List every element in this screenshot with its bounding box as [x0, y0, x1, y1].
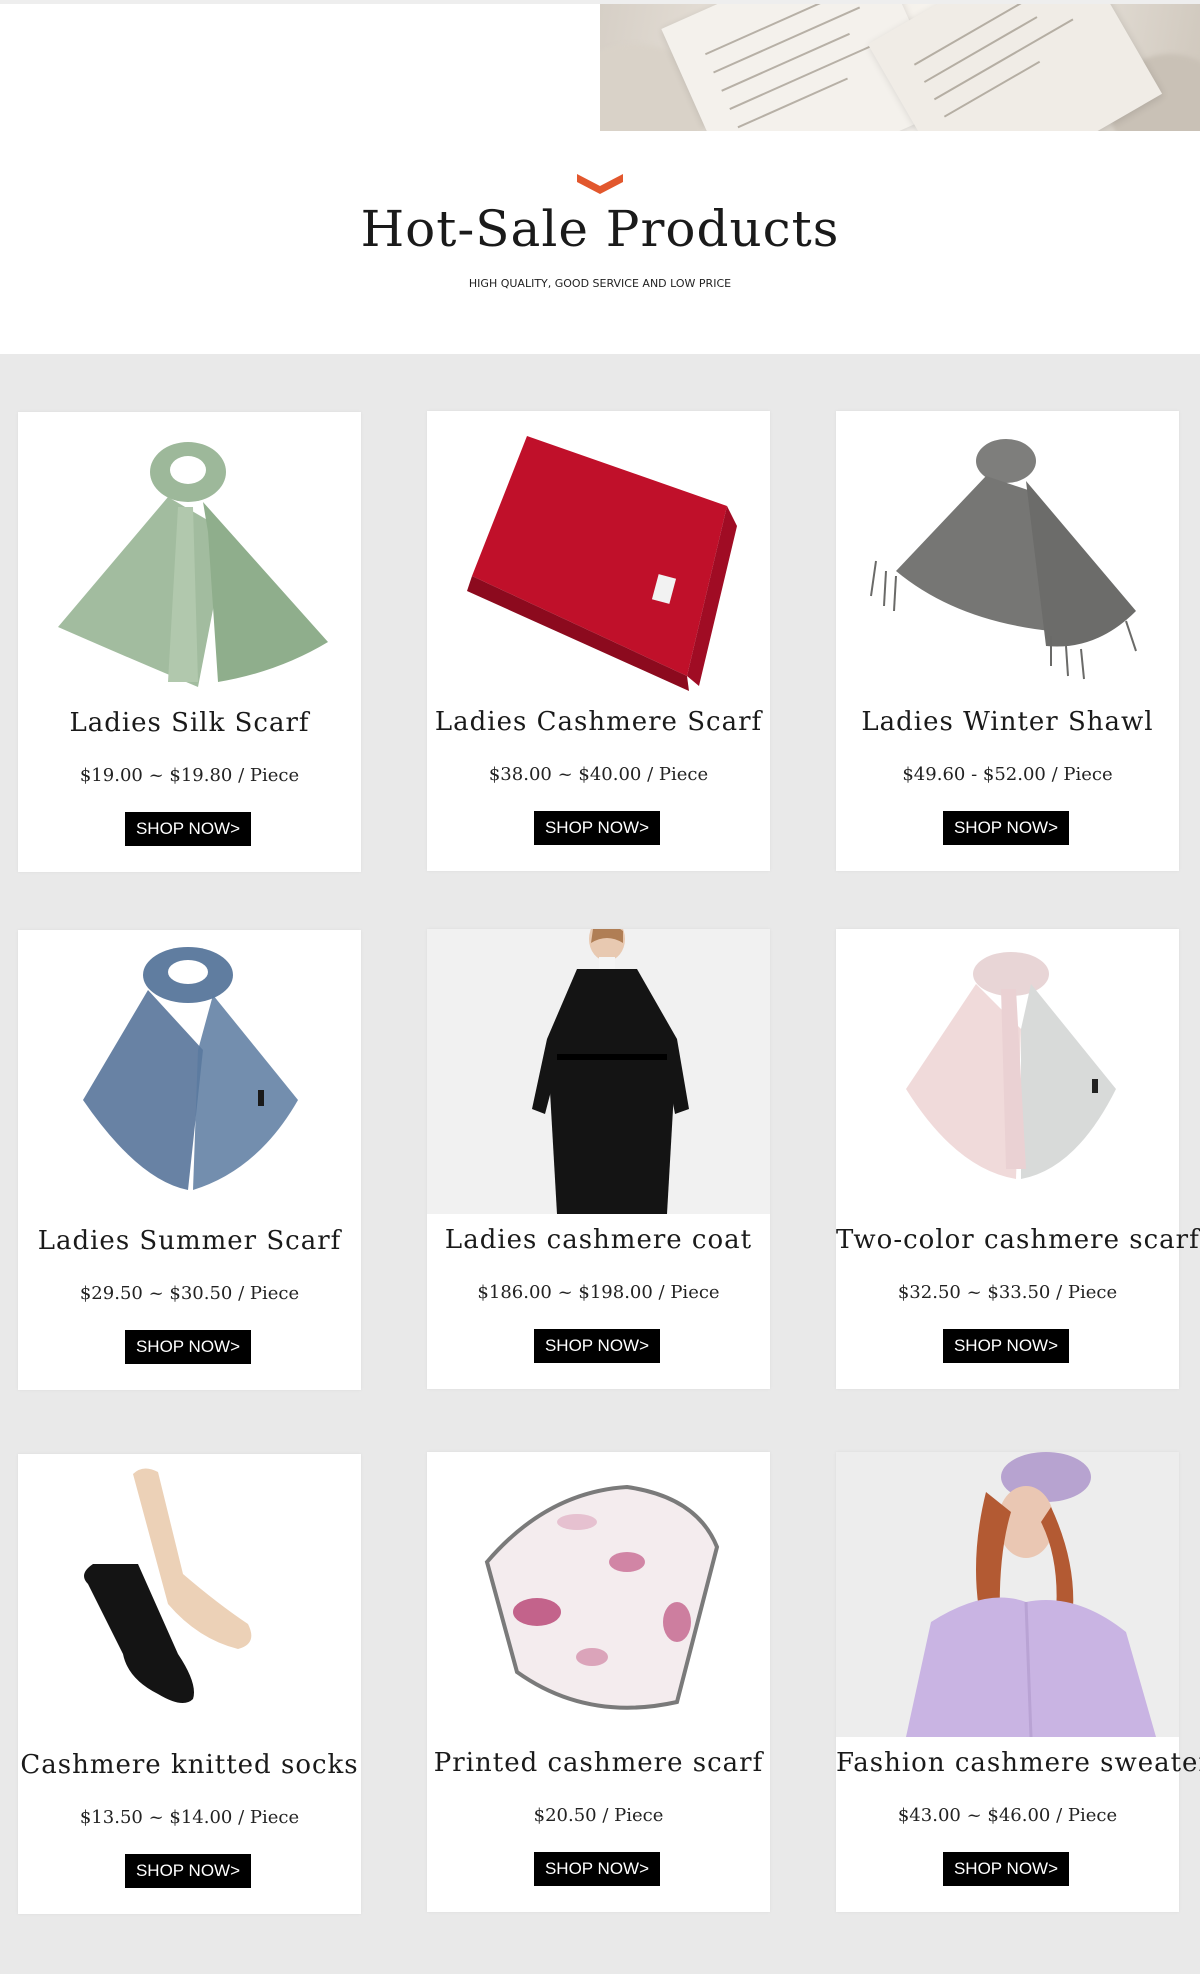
shop-now-button[interactable]: SHOP NOW> — [125, 1854, 251, 1888]
product-name[interactable]: Ladies cashmere coat — [427, 1225, 770, 1255]
product-grid: Ladies Silk Scarf $19.00 ~ $19.80 / Piec… — [0, 354, 1200, 1974]
product-price: $38.00 ~ $40.00 / Piece — [488, 764, 709, 785]
shop-now-button[interactable]: SHOP NOW> — [125, 1330, 251, 1364]
product-price: $19.00 ~ $19.80 / Piece — [79, 765, 300, 786]
header-section: Hot-Sale Products HIGH QUALITY, GOOD SER… — [0, 0, 1200, 354]
page-title: Hot-Sale Products — [360, 200, 840, 258]
shop-now-button[interactable]: SHOP NOW> — [943, 1329, 1069, 1363]
product-image-cashmere-scarf[interactable] — [427, 411, 770, 696]
product-card[interactable]: Fashion cashmere sweater $43.00 ~ $46.00… — [836, 1452, 1200, 1912]
product-name[interactable]: Ladies Summer Scarf — [18, 1226, 361, 1256]
shop-now-button[interactable]: SHOP NOW> — [534, 1852, 660, 1886]
product-card[interactable]: Cashmere knitted socks $13.50 ~ $14.00 /… — [18, 1454, 361, 1914]
product-name[interactable]: Ladies Silk Scarf — [18, 708, 361, 738]
product-image-printed-scarf[interactable] — [427, 1452, 770, 1737]
product-price: $32.50 ~ $33.50 / Piece — [897, 1282, 1118, 1303]
product-price: $186.00 ~ $198.00 / Piece — [477, 1282, 720, 1303]
product-price: $20.50 / Piece — [533, 1805, 664, 1826]
product-image-cashmere-sweater[interactable] — [836, 1452, 1179, 1737]
product-price: $49.60 - $52.00 / Piece — [902, 764, 1113, 785]
page-subtitle: HIGH QUALITY, GOOD SERVICE AND LOW PRICE — [468, 277, 732, 290]
product-card[interactable]: Ladies Summer Scarf $29.50 ~ $30.50 / Pi… — [18, 930, 361, 1390]
product-card[interactable]: Ladies Cashmere Scarf $38.00 ~ $40.00 / … — [427, 411, 770, 871]
product-name[interactable]: Two-color cashmere scarf — [836, 1225, 1199, 1255]
product-image-two-color-scarf[interactable] — [836, 929, 1179, 1214]
product-image-winter-shawl[interactable] — [836, 411, 1179, 696]
hero-image — [600, 4, 1200, 131]
shop-now-button[interactable]: SHOP NOW> — [943, 811, 1069, 845]
product-image-knitted-socks[interactable] — [18, 1454, 361, 1739]
product-name[interactable]: Fashion cashmere sweater — [836, 1748, 1200, 1778]
product-image-summer-scarf[interactable] — [18, 930, 361, 1215]
product-image-cashmere-coat[interactable] — [427, 929, 770, 1214]
product-name[interactable]: Printed cashmere scarf — [427, 1748, 770, 1778]
product-price: $43.00 ~ $46.00 / Piece — [897, 1805, 1118, 1826]
chevron-down-icon — [577, 174, 623, 194]
product-card[interactable]: Ladies cashmere coat $186.00 ~ $198.00 /… — [427, 929, 770, 1389]
product-name[interactable]: Cashmere knitted socks — [18, 1750, 361, 1780]
product-card[interactable]: Ladies Silk Scarf $19.00 ~ $19.80 / Piec… — [18, 412, 361, 872]
shop-now-button[interactable]: SHOP NOW> — [125, 812, 251, 846]
product-price: $29.50 ~ $30.50 / Piece — [79, 1283, 300, 1304]
product-name[interactable]: Ladies Cashmere Scarf — [427, 707, 770, 737]
shop-now-button[interactable]: SHOP NOW> — [943, 1852, 1069, 1886]
product-card[interactable]: Ladies Winter Shawl $49.60 - $52.00 / Pi… — [836, 411, 1179, 871]
product-price: $13.50 ~ $14.00 / Piece — [79, 1807, 300, 1828]
product-card[interactable]: Printed cashmere scarf $20.50 / Piece SH… — [427, 1452, 770, 1912]
product-image-silk-scarf[interactable] — [18, 412, 361, 697]
shop-now-button[interactable]: SHOP NOW> — [534, 1329, 660, 1363]
product-name[interactable]: Ladies Winter Shawl — [836, 707, 1179, 737]
product-card[interactable]: Two-color cashmere scarf $32.50 ~ $33.50… — [836, 929, 1199, 1389]
shop-now-button[interactable]: SHOP NOW> — [534, 811, 660, 845]
